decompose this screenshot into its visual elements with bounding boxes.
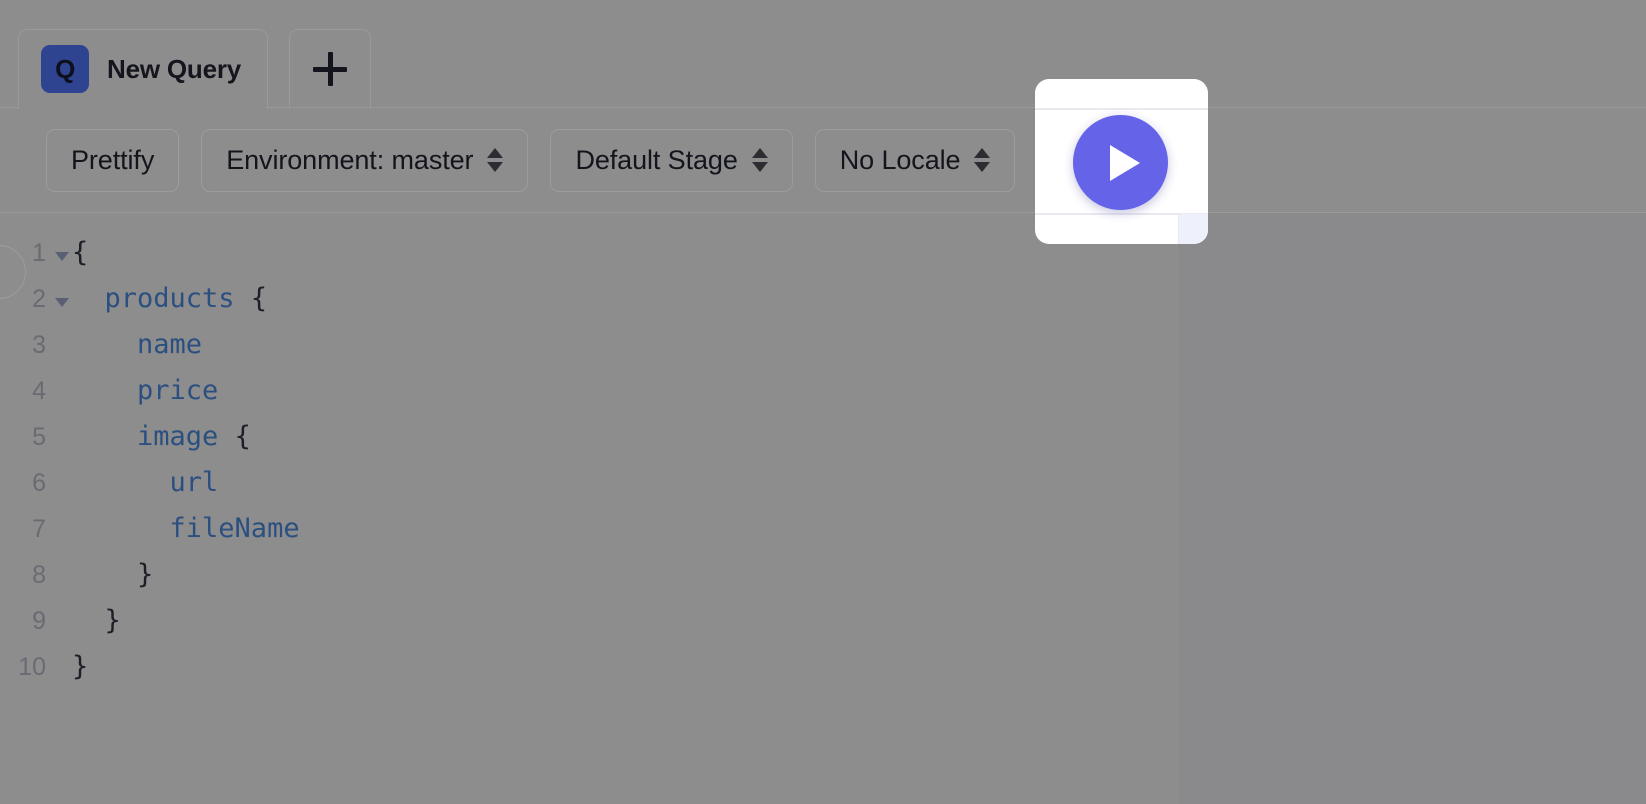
line-number: 7 <box>0 515 46 544</box>
code-line[interactable]: 10} <box>0 651 1177 697</box>
code-text: price <box>72 375 218 406</box>
prettify-label: Prettify <box>71 145 154 176</box>
code-body[interactable]: 1{2 products {3 name4 price5 image {6 ur… <box>0 237 1177 697</box>
code-line[interactable]: 8 } <box>0 559 1177 605</box>
line-number: 1 <box>0 239 46 268</box>
chevron-updown-icon <box>752 145 768 175</box>
code-line[interactable]: 7 fileName <box>0 513 1177 559</box>
stage-selector[interactable]: Default Stage <box>550 129 792 192</box>
code-text: url <box>72 467 218 498</box>
line-number: 8 <box>0 561 46 590</box>
prettify-button[interactable]: Prettify <box>46 129 179 192</box>
code-line[interactable]: 9 } <box>0 605 1177 651</box>
environment-selector[interactable]: Environment: master <box>201 129 528 192</box>
line-number: 5 <box>0 423 46 452</box>
line-number: 2 <box>0 285 46 314</box>
code-text: { <box>72 237 88 268</box>
chevron-down-icon <box>55 298 69 307</box>
line-number: 9 <box>0 607 46 636</box>
locale-selector[interactable]: No Locale <box>815 129 1016 192</box>
code-line[interactable]: 6 url <box>0 467 1177 513</box>
line-number: 4 <box>0 377 46 406</box>
locale-label: No Locale <box>840 145 961 176</box>
line-number: 3 <box>0 331 46 360</box>
api-playground: Q New Query Prettify Environment: master… <box>0 0 1646 804</box>
code-text: } <box>72 605 121 636</box>
code-text: } <box>72 559 153 590</box>
line-number: 10 <box>0 653 46 682</box>
code-line[interactable]: 3 name <box>0 329 1177 375</box>
code-line[interactable]: 5 image { <box>0 421 1177 467</box>
query-toolbar: Prettify Environment: master Default Sta… <box>0 108 1646 213</box>
query-tab-bar: Q New Query <box>0 0 1646 108</box>
tab-label: New Query <box>107 54 241 85</box>
fold-toggle[interactable] <box>46 252 72 261</box>
code-line[interactable]: 4 price <box>0 375 1177 421</box>
line-number: 6 <box>0 469 46 498</box>
query-badge-icon: Q <box>41 45 89 93</box>
fold-toggle[interactable] <box>46 298 72 307</box>
chevron-updown-icon <box>487 145 503 175</box>
code-text: name <box>72 329 202 360</box>
play-icon <box>1110 145 1140 181</box>
chevron-down-icon <box>55 252 69 261</box>
run-query-button[interactable] <box>1073 115 1168 210</box>
code-text: fileName <box>72 513 300 544</box>
plus-icon <box>313 52 347 86</box>
graphql-query-editor[interactable]: 1{2 products {3 name4 price5 image {6 ur… <box>0 213 1178 804</box>
environment-label: Environment: master <box>226 145 473 176</box>
code-text: products { <box>72 283 267 314</box>
code-line[interactable]: 1{ <box>0 237 1177 283</box>
add-tab-button[interactable] <box>289 29 371 109</box>
tab-new-query[interactable]: Q New Query <box>18 29 268 109</box>
code-line[interactable]: 2 products { <box>0 283 1177 329</box>
query-results-pane <box>1178 213 1646 804</box>
code-text: image { <box>72 421 251 452</box>
code-text: } <box>72 651 88 682</box>
chevron-updown-icon <box>974 145 990 175</box>
stage-label: Default Stage <box>575 145 737 176</box>
